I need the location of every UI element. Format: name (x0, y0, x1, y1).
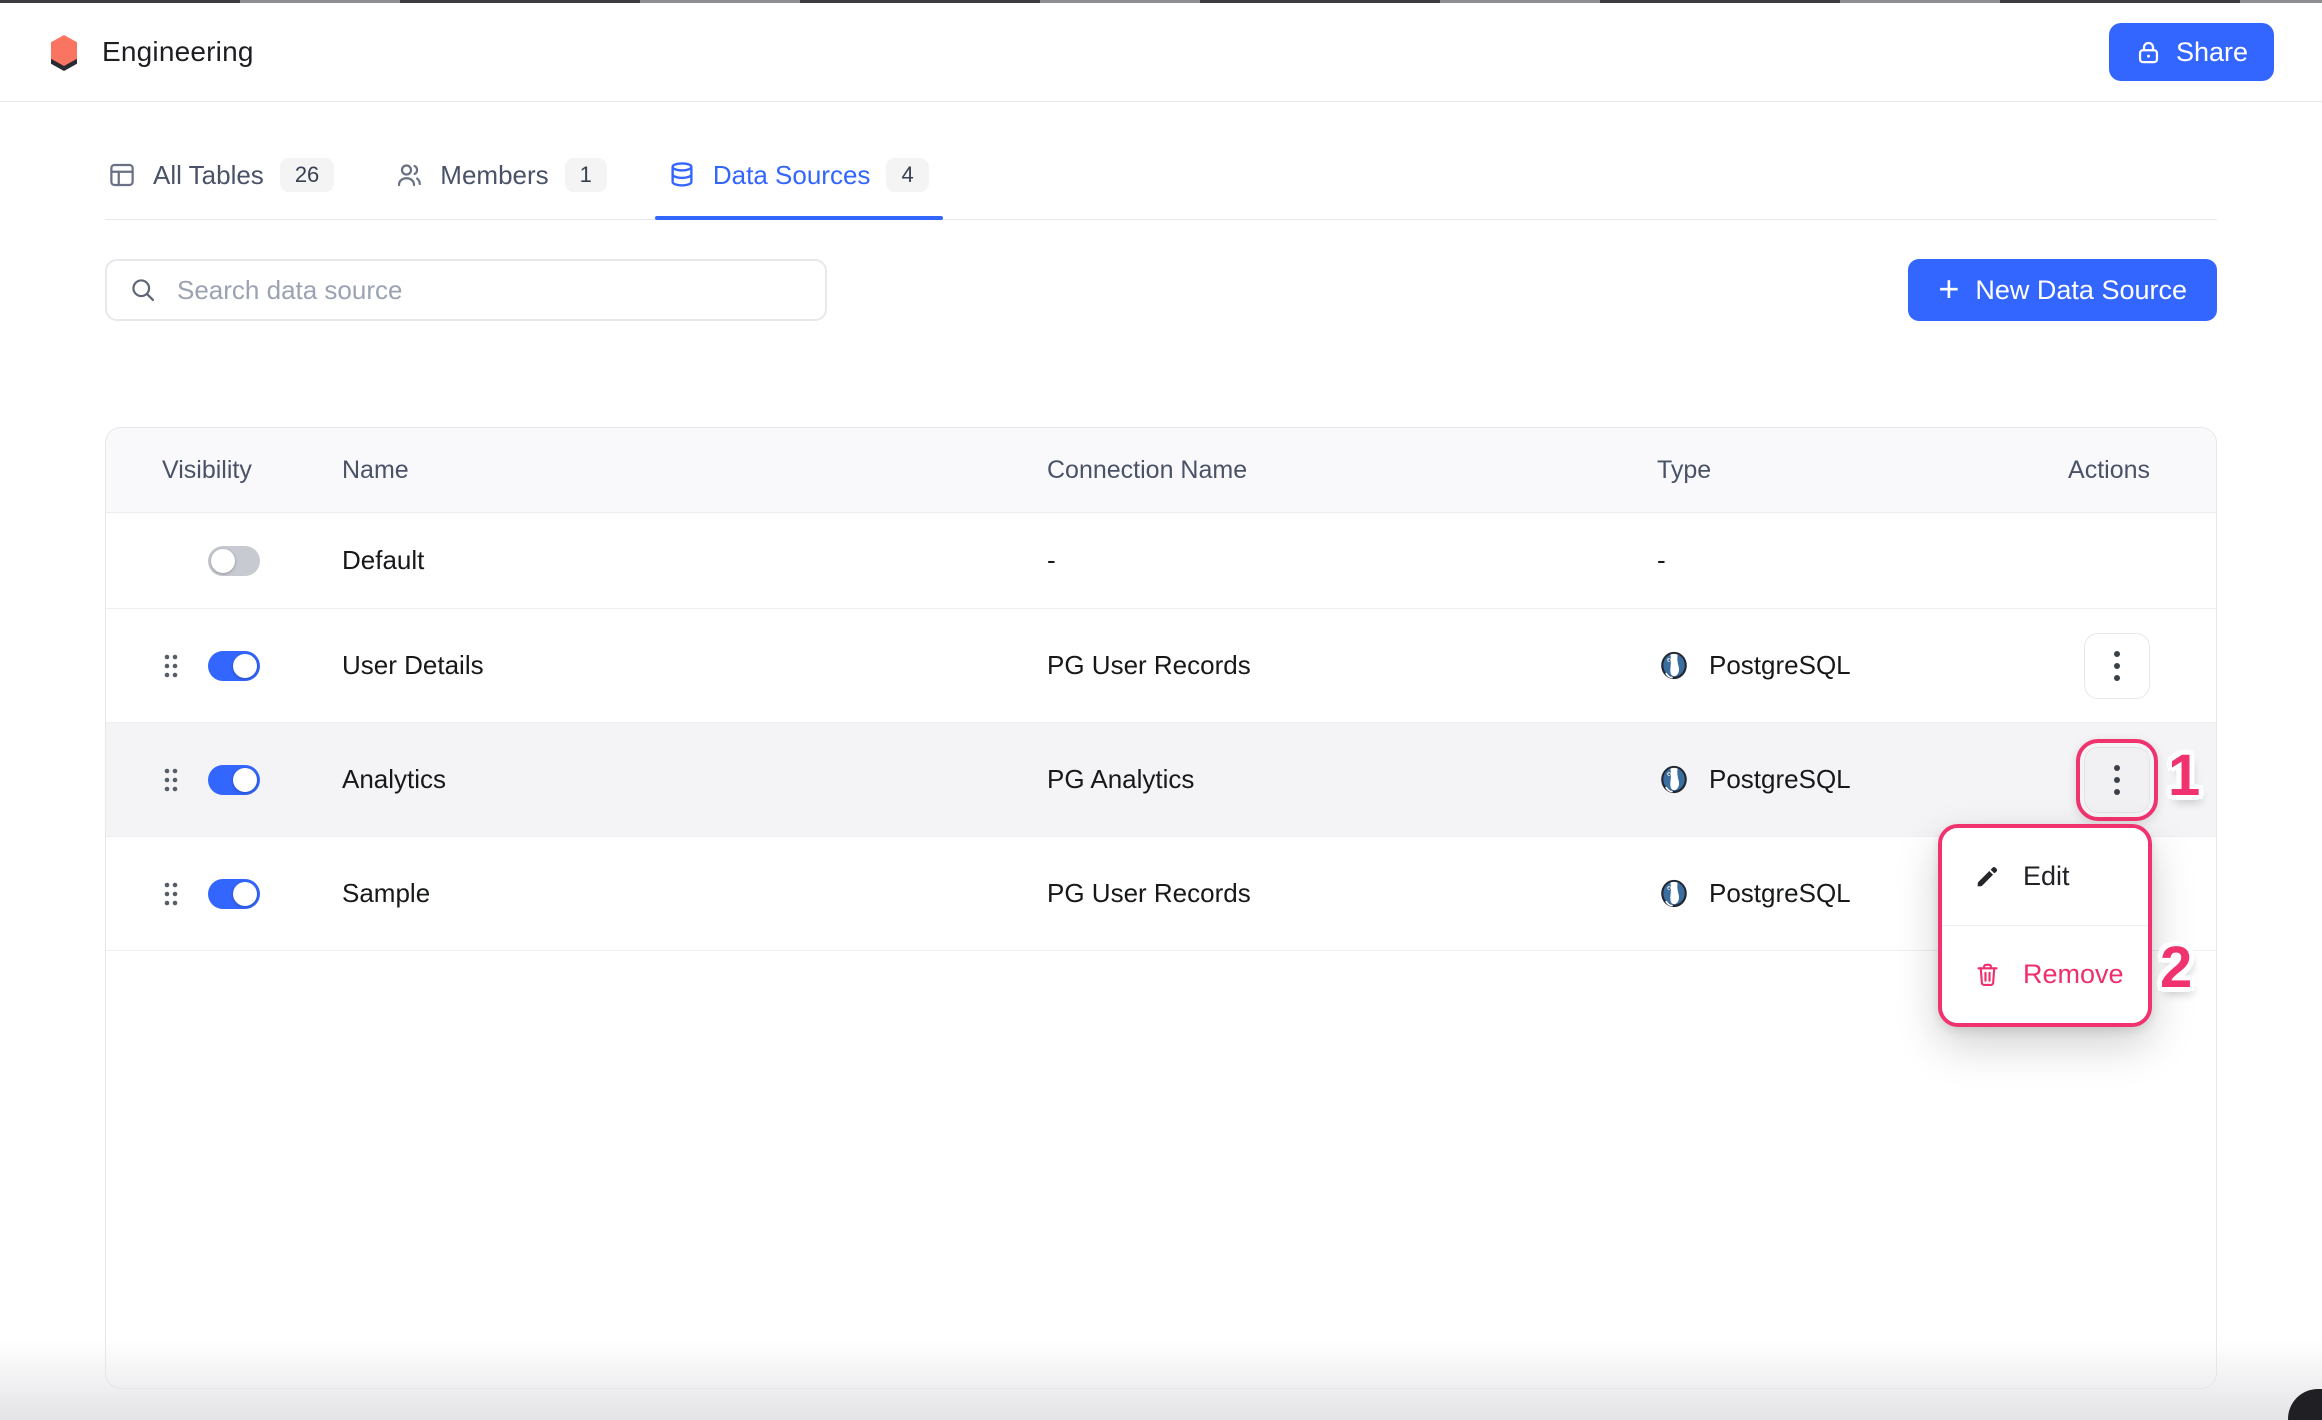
search-icon (129, 276, 157, 304)
datasource-type: PostgreSQL (1709, 878, 1851, 909)
search-box[interactable] (105, 259, 827, 321)
tab-all-tables[interactable]: All Tables 26 (105, 158, 340, 219)
tab-label: Data Sources (713, 160, 871, 191)
data-sources-table: Visibility Name Connection Name Type Act… (105, 427, 2217, 1389)
tab-members[interactable]: Members 1 (392, 158, 613, 219)
tab-label: Members (440, 160, 548, 191)
postgresql-elephant-icon (1657, 877, 1691, 911)
table-grid-icon (107, 160, 137, 190)
tab-bar: All Tables 26 Members 1 (105, 102, 2217, 220)
menu-item-remove[interactable]: Remove (1942, 925, 2148, 1023)
tab-count-badge: 26 (280, 158, 334, 192)
tab-data-sources[interactable]: Data Sources 4 (665, 158, 935, 219)
drag-handle-icon[interactable] (162, 766, 180, 794)
row-actions-menu-button[interactable] (2084, 747, 2150, 813)
new-data-source-label: New Data Source (1975, 275, 2187, 306)
annotation-ring-step-1 (2076, 739, 2158, 821)
tab-label: All Tables (153, 160, 264, 191)
users-icon (394, 160, 424, 190)
corner-overlay (2288, 1389, 2322, 1420)
table-row-sample: Sample PG User Records PostgreSQL (106, 837, 2216, 951)
row-actions-context-menu: Edit Remove (1938, 824, 2152, 1027)
connection-name: PG Analytics (1047, 764, 1657, 795)
annotation-step-2: 2 (2160, 934, 2190, 1001)
datasource-type: - (1657, 545, 2052, 576)
connection-name: - (1047, 545, 1657, 576)
datasource-name: User Details (342, 650, 1047, 681)
datasource-name: Default (342, 545, 1047, 576)
table-row-user-details: User Details PG User Records PostgreSQL (106, 609, 2216, 723)
postgresql-elephant-icon (1657, 649, 1691, 683)
visibility-toggle[interactable] (208, 879, 260, 909)
drag-handle-icon[interactable] (162, 880, 180, 908)
column-header-visibility: Visibility (162, 456, 342, 485)
menu-item-edit[interactable]: Edit (1942, 828, 2148, 925)
table-row-analytics: Analytics PG Analytics PostgreSQL (106, 723, 2216, 837)
page-title: Engineering (102, 36, 254, 68)
annotation-step-1: 1 (2168, 742, 2198, 809)
visibility-toggle[interactable] (208, 765, 260, 795)
column-header-type: Type (1657, 456, 2052, 485)
pencil-icon (1974, 863, 2001, 890)
trash-icon (1974, 961, 2001, 988)
datasource-name: Sample (342, 878, 1047, 909)
app-header: Engineering Share (0, 3, 2322, 102)
workspace-page: Engineering Share All Tables (0, 0, 2322, 1420)
toolbar: + New Data Source (105, 259, 2217, 321)
datasource-type: PostgreSQL (1709, 650, 1851, 681)
share-button[interactable]: Share (2109, 23, 2274, 81)
visibility-toggle[interactable] (208, 651, 260, 681)
workspace-logo-icon[interactable] (48, 34, 80, 70)
lock-icon (2135, 39, 2162, 66)
menu-item-label: Edit (2023, 861, 2070, 892)
table-header-row: Visibility Name Connection Name Type Act… (106, 428, 2216, 513)
postgresql-elephant-icon (1657, 763, 1691, 797)
row-actions-menu-button[interactable] (2084, 633, 2150, 699)
table-row-default: Default - - (106, 513, 2216, 609)
tab-count-badge: 1 (565, 158, 607, 192)
drag-handle-icon[interactable] (162, 652, 180, 680)
datasource-type: PostgreSQL (1709, 764, 1851, 795)
new-data-source-button[interactable]: + New Data Source (1908, 259, 2217, 321)
column-header-name: Name (342, 456, 1047, 485)
menu-item-label: Remove (2023, 959, 2124, 990)
visibility-toggle[interactable] (208, 546, 260, 576)
window-edge (0, 0, 2322, 3)
search-input[interactable] (175, 274, 803, 307)
datasource-name: Analytics (342, 764, 1047, 795)
connection-name: PG User Records (1047, 650, 1657, 681)
connection-name: PG User Records (1047, 878, 1657, 909)
column-header-actions: Actions (2068, 456, 2216, 485)
tab-count-badge: 4 (886, 158, 928, 192)
share-button-label: Share (2176, 37, 2248, 68)
column-header-connection: Connection Name (1047, 456, 1657, 485)
database-icon (667, 160, 697, 190)
